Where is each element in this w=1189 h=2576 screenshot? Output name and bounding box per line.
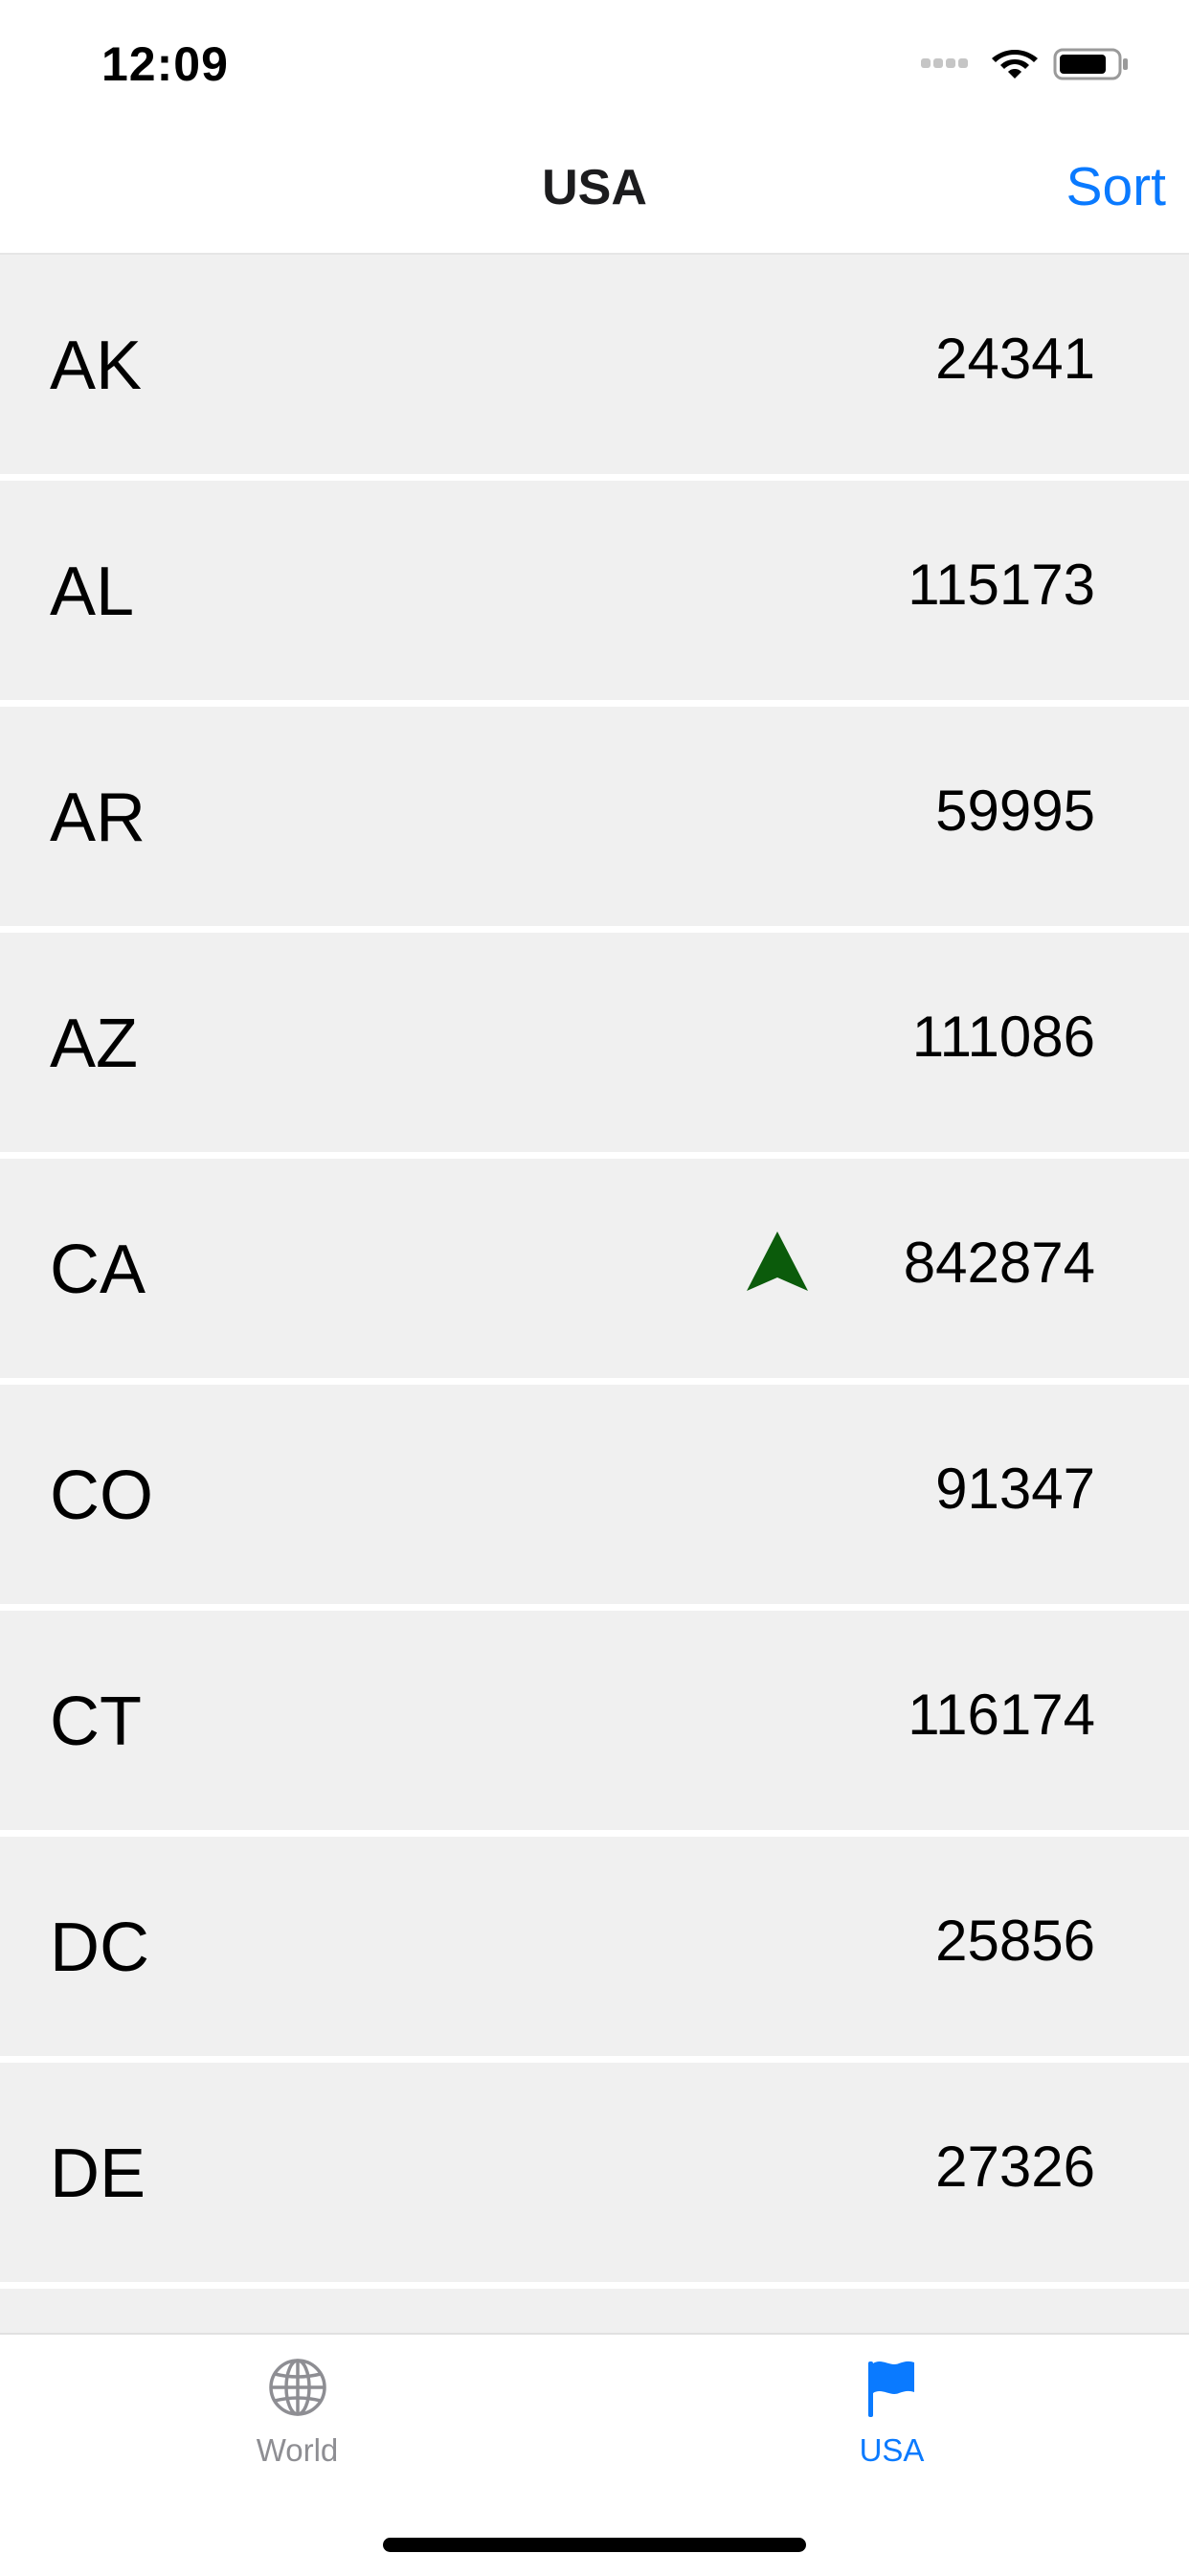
state-code: AZ xyxy=(50,1006,139,1082)
state-code: DE xyxy=(50,2135,146,2212)
case-count: 116174 xyxy=(908,1683,1095,1747)
list-item[interactable]: DC 25856 xyxy=(0,1837,1189,2056)
state-code: DC xyxy=(50,1909,149,1986)
up-arrow-icon xyxy=(747,1232,808,1291)
status-icons xyxy=(921,42,1130,84)
status-bar: 12:09 xyxy=(0,0,1189,126)
tab-world[interactable]: World xyxy=(0,2335,594,2507)
list-item[interactable]: AL 115173 xyxy=(0,481,1189,700)
case-count: 24341 xyxy=(935,327,1095,391)
case-count: 27326 xyxy=(935,2135,1095,2199)
tab-usa[interactable]: USA xyxy=(594,2335,1189,2507)
status-time: 12:09 xyxy=(101,37,229,91)
state-code: AK xyxy=(50,328,143,404)
tab-label: World xyxy=(256,2432,339,2468)
list-item[interactable]: CO 91347 xyxy=(0,1385,1189,1604)
globe-icon xyxy=(268,2359,326,2416)
list-item[interactable]: CT 116174 xyxy=(0,1611,1189,1830)
case-count: 842874 xyxy=(903,1231,1095,1295)
flag-icon xyxy=(867,2361,914,2417)
list-item[interactable]: AZ 111086 xyxy=(0,933,1189,1152)
state-list[interactable]: AK 24341 AL 115173 AR 59995 AZ 111086 CA… xyxy=(0,255,1189,2333)
sort-button[interactable]: Sort xyxy=(1066,155,1166,218)
home-indicator[interactable] xyxy=(383,2538,806,2552)
case-count: 115173 xyxy=(908,553,1095,617)
page-title: USA xyxy=(542,160,647,215)
list-item[interactable]: DE 27326 xyxy=(0,2063,1189,2282)
battery-icon xyxy=(1053,48,1128,80)
list-item[interactable]: AK 24341 xyxy=(0,255,1189,474)
list-item[interactable]: AR 59995 xyxy=(0,707,1189,926)
state-code: AR xyxy=(50,780,146,856)
case-count: 25856 xyxy=(935,1909,1095,1973)
cellular-signal-icon xyxy=(921,58,971,68)
wifi-icon xyxy=(992,50,1038,79)
list-item[interactable]: CA 842874 xyxy=(0,1159,1189,1378)
case-count: 111086 xyxy=(911,1005,1095,1069)
case-count: 91347 xyxy=(935,1457,1095,1521)
state-code: CT xyxy=(50,1683,142,1760)
state-code: CO xyxy=(50,1457,153,1534)
case-count: 59995 xyxy=(935,779,1095,843)
state-code: CA xyxy=(50,1232,146,1308)
navigation-bar: USA Sort xyxy=(0,126,1189,255)
state-code: AL xyxy=(50,554,135,630)
tab-label: USA xyxy=(859,2432,925,2468)
list-item[interactable] xyxy=(0,2289,1189,2333)
